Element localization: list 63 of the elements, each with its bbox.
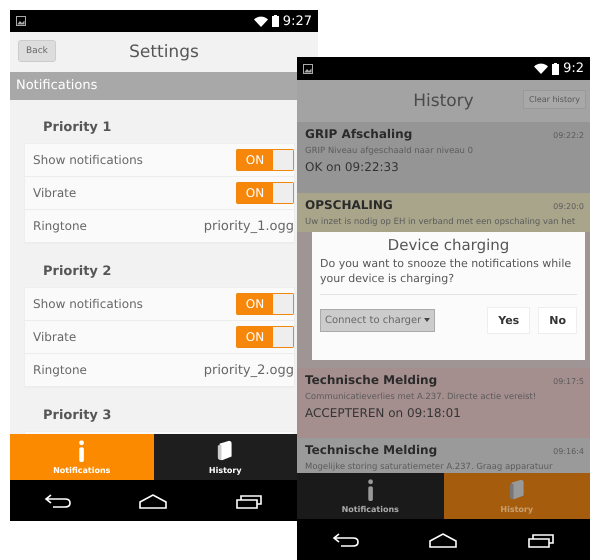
history-item[interactable]: Technische Melding 09:16:4 Mogelijke storing saturatiemeter A.237. Graag apparatuur xyxy=(297,438,590,473)
history-item[interactable]: OPSCHALING 09:20:0 Uw inzet is nodig op EH in verband met een opschaling van het Device charging Do you want to snooze the notifications while your device is charging? Connect to charger Yes No xyxy=(297,193,590,368)
setting-label: Show notifications xyxy=(33,153,143,167)
setting-label: Ringtone xyxy=(33,363,87,377)
back-button[interactable]: Back xyxy=(18,40,56,62)
item-title: Technische Melding xyxy=(305,443,438,457)
setting-label: Show notifications xyxy=(33,297,143,311)
charger-dropdown[interactable]: Connect to charger xyxy=(320,309,436,332)
item-message: Mogelijke storing saturatiemeter A.237. Graag apparatuur xyxy=(305,462,554,472)
item-time: 09:20:0 xyxy=(553,202,584,211)
info-icon xyxy=(77,440,86,462)
group-title: Priority 2 xyxy=(42,263,112,281)
setting-label: Vibrate xyxy=(33,186,76,200)
clock-time: 9:2 xyxy=(563,61,584,76)
group-title: Priority 3 xyxy=(42,407,112,425)
dialog-title: Device charging xyxy=(386,236,510,254)
item-message: Communicatieverlies met A.237. Directe actie vereist! xyxy=(305,392,538,402)
tab-button[interactable]: Notifications xyxy=(10,434,154,480)
wifi-icon xyxy=(534,63,548,74)
item-time: 09:16:4 xyxy=(553,447,584,456)
item-title: GRIP Afschaling xyxy=(305,127,412,141)
toggle-switch[interactable]: ON xyxy=(236,293,294,315)
item-time: 09:22:2 xyxy=(553,131,584,140)
toggle-switch[interactable]: ON xyxy=(236,326,294,348)
dialog-message: Do you want to snooze the notifications while your device is charging? xyxy=(320,256,577,295)
home-icon[interactable] xyxy=(138,492,168,508)
ringtone-value: priority_1.ogg xyxy=(204,218,294,234)
wifi-icon xyxy=(254,16,268,26)
history-item[interactable]: Technische Melding 09:17:5 Communicatieverlies met A.237. Directe actie vereist! ACCEPTEREN on 09:18:01 xyxy=(297,368,590,438)
recent-apps-icon[interactable] xyxy=(526,532,556,548)
image-icon xyxy=(303,64,313,74)
screen-title: History xyxy=(413,91,474,111)
battery-icon xyxy=(552,62,560,74)
item-title: OPSCHALING xyxy=(305,198,393,212)
dialog-button[interactable]: No xyxy=(538,307,577,334)
item-message: Uw inzet is nodig op EH in verband met een opschaling van het xyxy=(305,217,576,227)
clear-history-button[interactable]: Clear history xyxy=(523,90,586,109)
caret-icon xyxy=(424,318,430,322)
info-icon xyxy=(366,478,375,500)
toggle-switch[interactable]: ON xyxy=(236,149,294,171)
battery-icon xyxy=(272,15,279,27)
item-time: 09:17:5 xyxy=(553,377,584,386)
image-icon xyxy=(16,16,26,26)
toggle-switch[interactable]: ON xyxy=(236,182,294,204)
screen-title: Settings xyxy=(129,42,199,62)
ringtone-value: priority_2.ogg xyxy=(204,362,294,378)
item-message: GRIP Niveau afgeschaald naar niveau 0 xyxy=(305,146,474,156)
tab-button[interactable]: Notifications xyxy=(297,473,444,519)
item-response: OK on 09:22:33 xyxy=(305,160,400,174)
setting-label: Ringtone xyxy=(33,219,87,233)
book-icon xyxy=(216,440,234,462)
home-icon[interactable] xyxy=(428,532,458,548)
recent-apps-icon[interactable] xyxy=(234,492,264,508)
item-response: ACCEPTEREN on 09:18:01 xyxy=(305,406,462,420)
item-title: Technische Melding xyxy=(305,373,438,387)
history-item[interactable]: GRIP Afschaling 09:22:2 GRIP Niveau afgeschaald naar niveau 0 OK on 09:22:33 xyxy=(297,122,590,193)
group-title: Priority 1 xyxy=(42,119,112,137)
clock-time: 9:27 xyxy=(282,14,312,28)
setting-label: Vibrate xyxy=(33,330,76,344)
book-icon xyxy=(508,478,526,500)
dialog-button[interactable]: Yes xyxy=(487,307,530,334)
back-icon[interactable] xyxy=(42,492,73,508)
back-icon[interactable] xyxy=(330,532,361,548)
